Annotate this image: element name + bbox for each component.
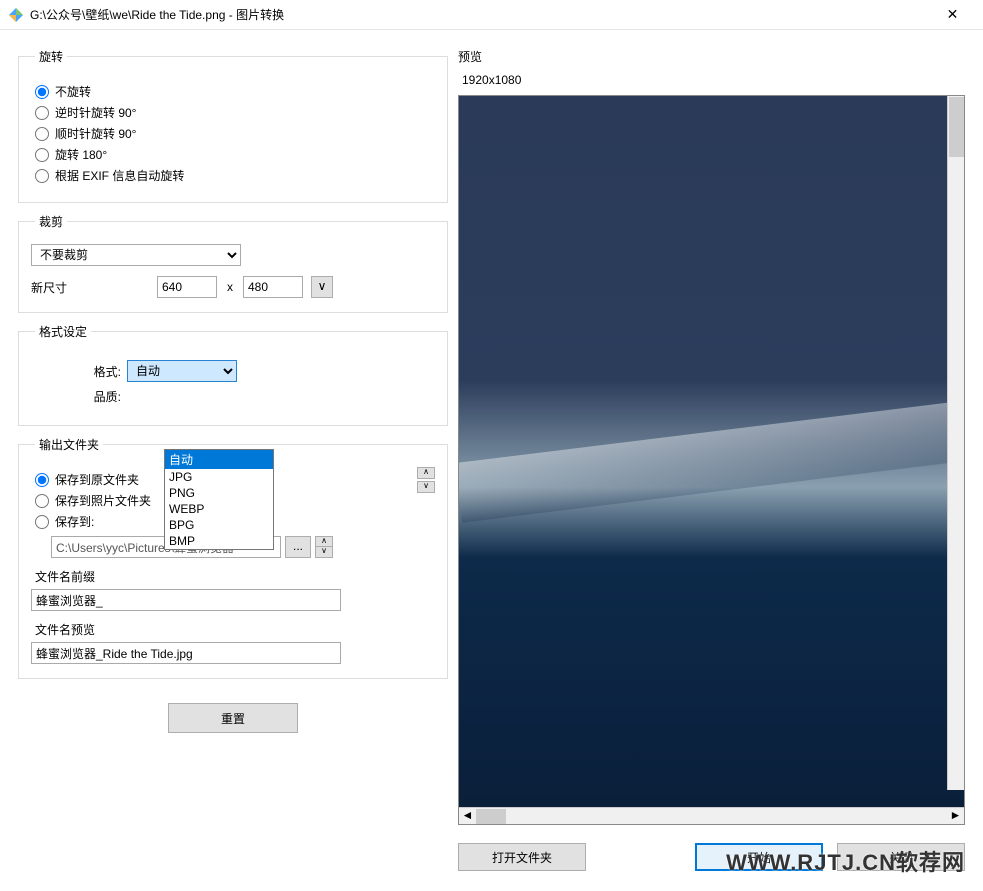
start-button[interactable]: 开始 — [695, 843, 823, 871]
size-dropdown-button[interactable]: ∨ — [311, 276, 333, 298]
prefix-input[interactable] — [31, 589, 341, 611]
height-input[interactable] — [243, 276, 303, 298]
crop-legend: 裁剪 — [35, 213, 67, 230]
output-order-spinner[interactable]: ∧ ∨ — [417, 467, 435, 493]
format-option-webp[interactable]: WEBP — [165, 501, 273, 517]
preview-box: ◄ ► — [458, 95, 965, 825]
horizontal-scrollbar[interactable]: ◄ ► — [459, 807, 964, 824]
preview-label: 预览 — [458, 48, 965, 65]
rotate-option-cw90[interactable]: 顺时针旋转 90° — [35, 125, 435, 142]
rotate-option-exif[interactable]: 根据 EXIF 信息自动旋转 — [35, 167, 435, 184]
rotate-legend: 旋转 — [35, 48, 67, 65]
rotate-option-none[interactable]: 不旋转 — [35, 83, 435, 100]
format-label: 格式: — [81, 363, 121, 380]
rotate-option-180[interactable]: 旋转 180° — [35, 146, 435, 163]
format-option-bpg[interactable]: BPG — [165, 517, 273, 533]
x-separator: x — [227, 280, 233, 294]
spin-down-icon[interactable]: ∨ — [315, 547, 333, 558]
crop-mode-select[interactable]: 不要裁剪 — [31, 244, 241, 266]
format-group: 格式设定 格式: 自动 品质: — [18, 323, 448, 426]
format-dropdown-list[interactable]: 自动 JPG PNG WEBP BPG BMP — [164, 449, 274, 550]
spin-up-icon[interactable]: ∧ — [417, 467, 435, 479]
titlebar: G:\公众号\壁纸\we\Ride the Tide.png - 图片转换 ✕ — [0, 0, 983, 30]
rotate-option-ccw90[interactable]: 逆时针旋转 90° — [35, 104, 435, 121]
preview-image — [459, 96, 964, 807]
scrollbar-thumb[interactable] — [949, 97, 964, 157]
format-select[interactable]: 自动 — [127, 360, 237, 382]
filename-preview-label: 文件名预览 — [35, 621, 435, 638]
close-button[interactable]: 关闭 — [837, 843, 965, 871]
quality-label: 品质: — [81, 388, 121, 405]
close-button[interactable]: ✕ — [930, 6, 975, 23]
format-option-bmp[interactable]: BMP — [165, 533, 273, 549]
width-input[interactable] — [157, 276, 217, 298]
rotate-group: 旋转 不旋转 逆时针旋转 90° 顺时针旋转 90° 旋转 180° 根据 EX… — [18, 48, 448, 203]
open-folder-button[interactable]: 打开文件夹 — [458, 843, 586, 871]
window-title: G:\公众号\壁纸\we\Ride the Tide.png - 图片转换 — [30, 6, 930, 23]
scrollbar-thumb[interactable] — [476, 809, 506, 824]
scroll-right-icon[interactable]: ► — [947, 808, 964, 824]
prefix-label: 文件名前缀 — [35, 568, 435, 585]
browse-button[interactable]: ... — [285, 536, 311, 558]
path-spinner[interactable]: ∧ ∨ — [315, 536, 333, 558]
output-legend: 输出文件夹 — [35, 436, 103, 453]
format-option-jpg[interactable]: JPG — [165, 469, 273, 485]
format-option-auto[interactable]: 自动 — [165, 450, 273, 469]
filename-preview-input — [31, 642, 341, 664]
crop-group: 裁剪 不要裁剪 新尺寸 x ∨ — [18, 213, 448, 313]
format-option-png[interactable]: PNG — [165, 485, 273, 501]
vertical-scrollbar[interactable] — [947, 96, 964, 790]
newsize-label: 新尺寸 — [31, 279, 81, 296]
spin-down-icon[interactable]: ∨ — [417, 481, 435, 493]
scroll-left-icon[interactable]: ◄ — [459, 808, 476, 824]
app-icon — [8, 7, 24, 23]
format-legend: 格式设定 — [35, 323, 91, 340]
preview-dimensions: 1920x1080 — [462, 73, 965, 87]
reset-button[interactable]: 重置 — [168, 703, 298, 733]
